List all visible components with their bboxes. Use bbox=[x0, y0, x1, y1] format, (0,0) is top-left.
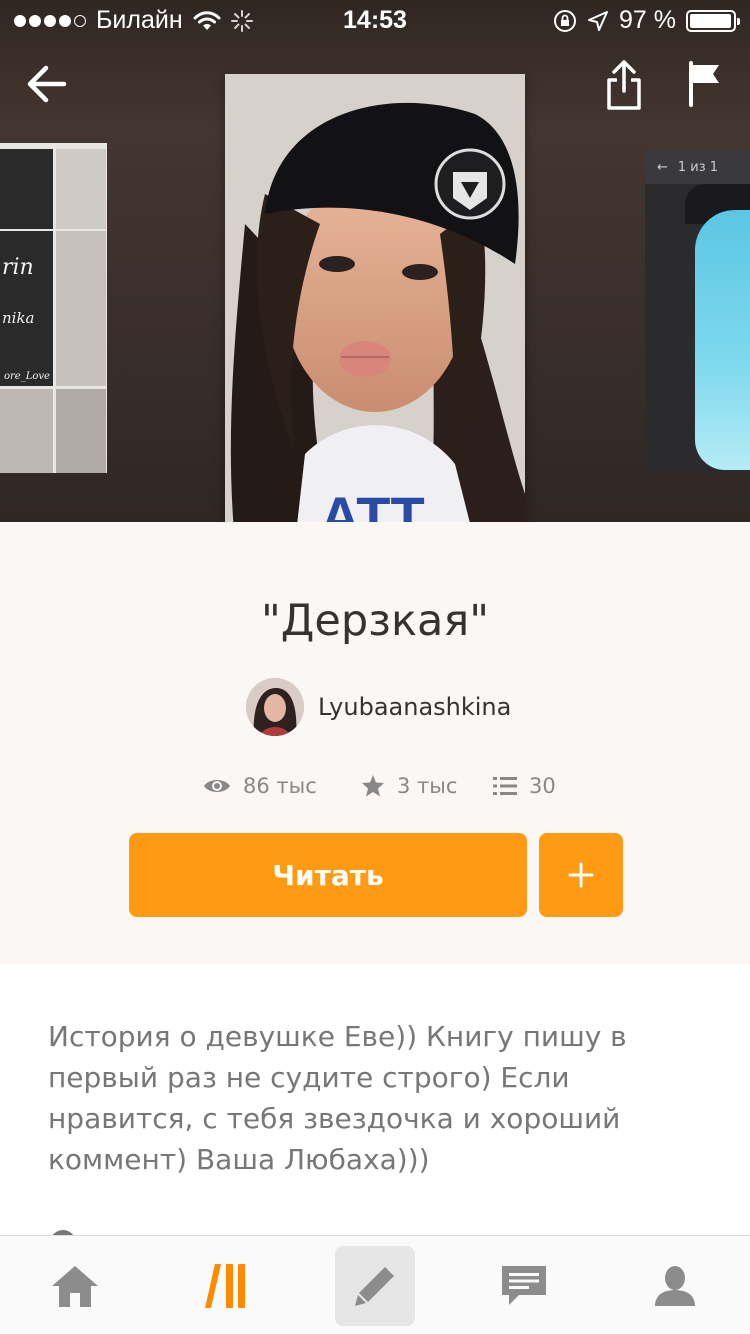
bottom-tab-bar bbox=[0, 1235, 750, 1334]
story-stats: 86 тыс 3 тыс 30 bbox=[0, 768, 750, 804]
profile-icon bbox=[655, 1265, 695, 1306]
cover-page-counter: ← 1 из 1 bbox=[645, 150, 750, 184]
pencil-icon bbox=[355, 1267, 394, 1306]
views-count: 86 тыс bbox=[243, 774, 317, 798]
tab-discover[interactable] bbox=[181, 1236, 271, 1334]
report-button[interactable] bbox=[682, 58, 726, 110]
next-cover[interactable]: ← 1 из 1 bbox=[645, 150, 750, 472]
tab-home[interactable] bbox=[30, 1236, 120, 1334]
flag-icon bbox=[689, 61, 719, 107]
plus-icon bbox=[568, 862, 594, 888]
share-button[interactable] bbox=[600, 56, 648, 114]
views-stat: 86 тыс bbox=[203, 768, 317, 804]
eye-icon bbox=[204, 780, 230, 792]
svg-text:ATT: ATT bbox=[320, 485, 425, 522]
status-bar: Билайн 14:53 97 % bbox=[0, 0, 750, 40]
messages-icon bbox=[502, 1265, 546, 1305]
tab-profile[interactable] bbox=[630, 1236, 720, 1334]
author-name: Lyubaanashkina bbox=[318, 693, 512, 721]
story-cover-image[interactable]: ATT bbox=[225, 74, 525, 522]
arrow-left-icon bbox=[27, 65, 67, 103]
story-description: История о девушке Еве)) Книгу пишу в пер… bbox=[48, 1020, 627, 1176]
list-icon bbox=[493, 777, 517, 795]
votes-stat: 3 тыс bbox=[361, 768, 457, 804]
tab-write[interactable] bbox=[335, 1246, 415, 1326]
star-icon bbox=[362, 775, 384, 797]
tab-messages[interactable] bbox=[479, 1236, 569, 1334]
discover-icon bbox=[205, 1263, 245, 1308]
battery-icon bbox=[686, 9, 740, 32]
back-button[interactable] bbox=[20, 58, 72, 110]
votes-count: 3 тыс bbox=[397, 774, 458, 798]
orientation-lock-icon bbox=[554, 9, 577, 32]
description-card: История о девушке Еве)) Книгу пишу в пер… bbox=[0, 964, 750, 1256]
read-button[interactable]: Читать bbox=[129, 833, 527, 917]
story-title: "Дерзкая" bbox=[261, 596, 489, 646]
previous-cover[interactable]: rin nika ore_Love bbox=[0, 143, 107, 473]
parts-stat: 30 bbox=[493, 768, 556, 804]
share-icon bbox=[607, 60, 641, 110]
parts-count: 30 bbox=[529, 774, 556, 798]
home-icon bbox=[52, 1265, 98, 1307]
author-link[interactable]: Lyubaanashkina bbox=[246, 677, 511, 737]
add-to-library-button[interactable] bbox=[539, 833, 623, 917]
battery-percent: 97 % bbox=[619, 6, 676, 34]
location-arrow-icon bbox=[588, 10, 609, 31]
avatar[interactable] bbox=[246, 678, 304, 736]
